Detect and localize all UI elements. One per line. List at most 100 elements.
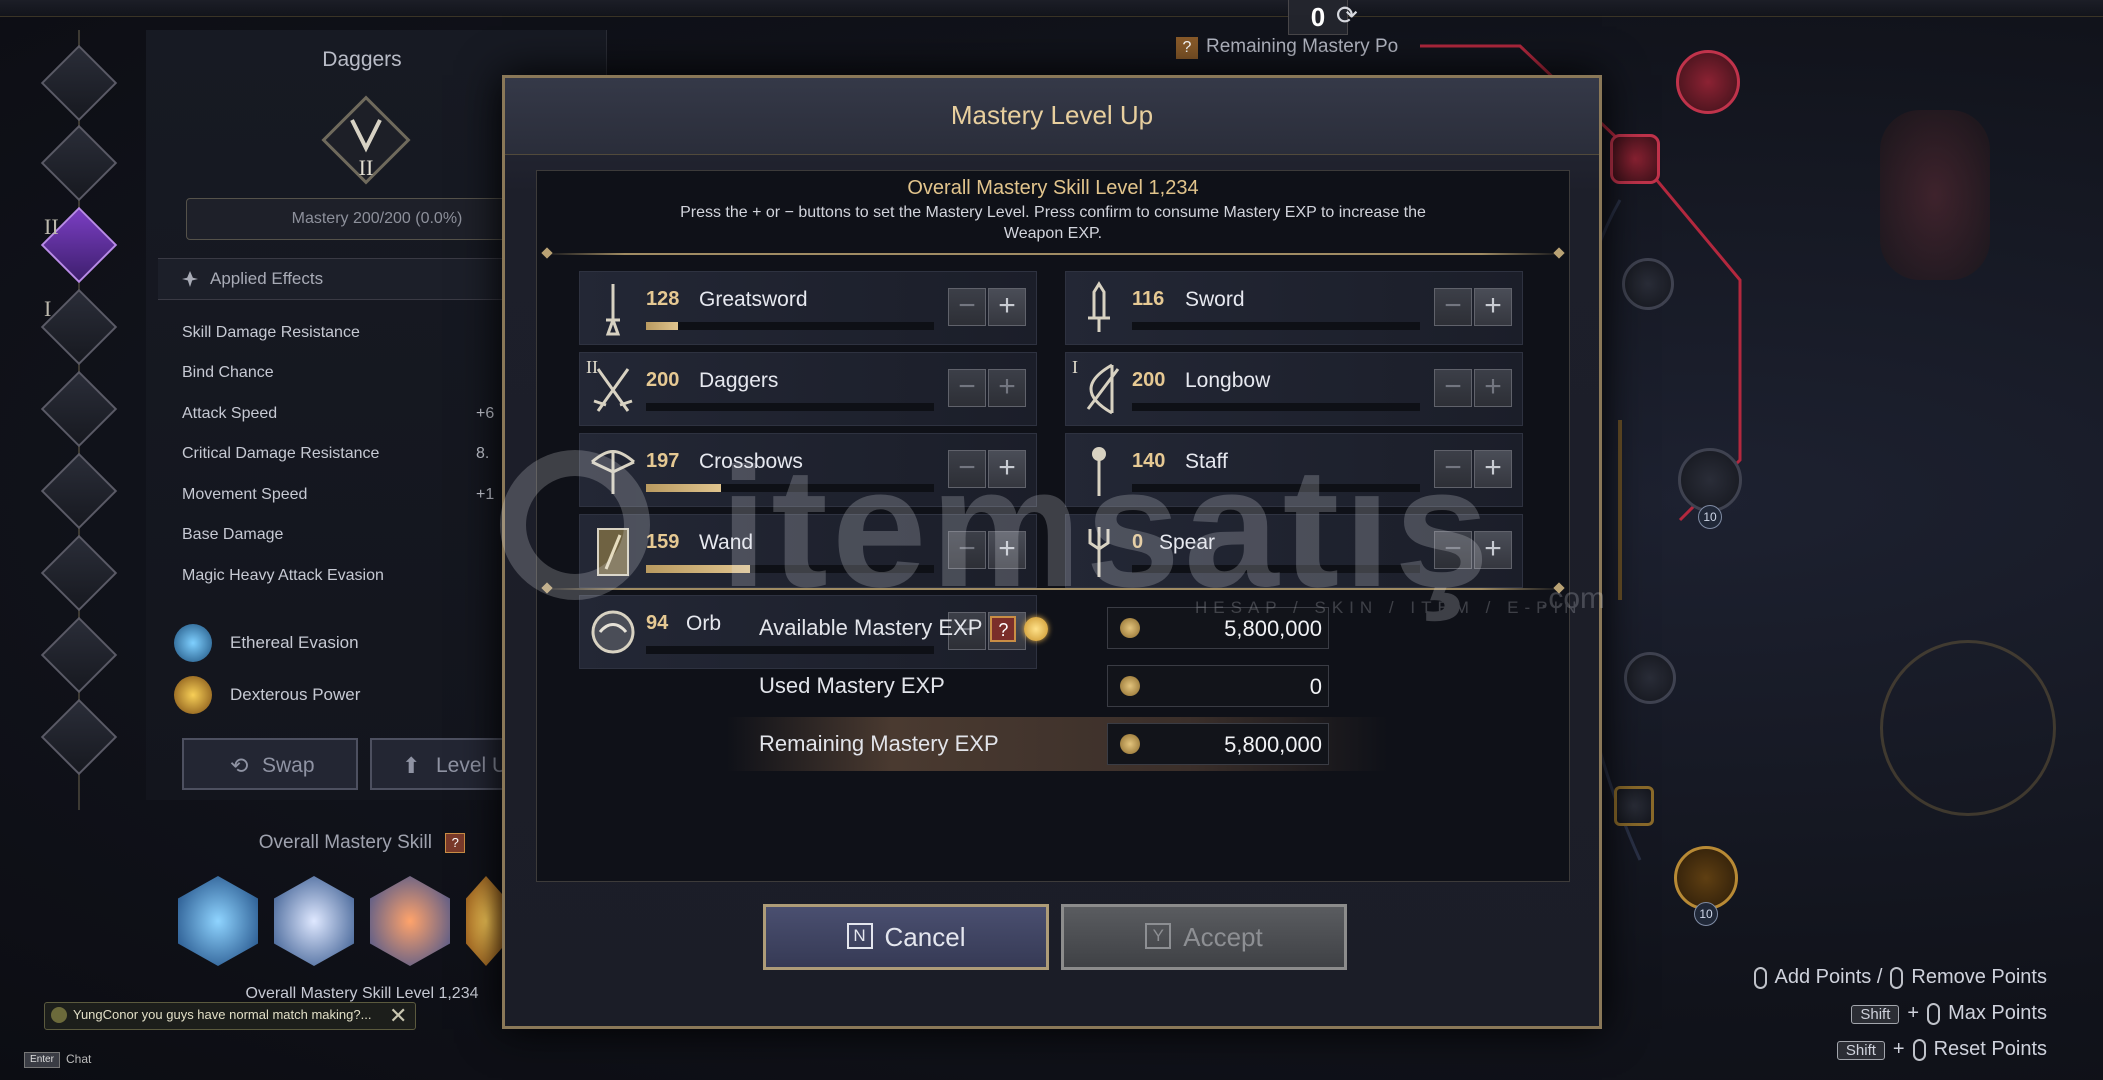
chat-message[interactable]: YungConor you guys have normal match mak… — [44, 1002, 416, 1030]
decrease-level-button[interactable]: − — [948, 288, 986, 326]
weapon-row-sword[interactable]: 116 Sword − + — [1065, 271, 1523, 345]
decrease-level-button[interactable]: − — [1434, 531, 1472, 569]
weapon-progress-fill — [646, 322, 678, 330]
weapon-name: Sword — [1185, 288, 1245, 311]
weapon-rail: II I — [40, 20, 118, 810]
sword-icon — [1088, 281, 1110, 332]
weapon-name: Orb — [686, 612, 722, 635]
weapon-roman: I — [1072, 357, 1078, 377]
rail-greatsword-icon[interactable] — [40, 44, 118, 122]
weapon-name: Crossbows — [699, 450, 803, 473]
stat-name: Movement Speed — [182, 486, 308, 503]
available-exp-value: 5,800,000 — [1224, 616, 1322, 641]
weapon-row-daggers[interactable]: II 200 Daggers − + — [579, 352, 1037, 426]
cancel-button[interactable]: N Cancel — [763, 904, 1049, 970]
weapon-level: 94 — [646, 612, 669, 634]
decrease-level-button[interactable]: − — [948, 531, 986, 569]
help-icon[interactable]: ? — [445, 832, 466, 853]
decrease-level-button[interactable]: − — [948, 369, 986, 407]
stat-name: Bind Chance — [182, 364, 274, 381]
help-icon[interactable]: ? — [990, 616, 1017, 643]
accept-label: Accept — [1183, 922, 1263, 952]
rail-spear-icon[interactable] — [40, 616, 118, 694]
weapon-progress-bar — [646, 403, 934, 411]
fleur-icon — [182, 271, 198, 287]
rail-wand-icon[interactable] — [40, 534, 118, 612]
level-up-button[interactable]: ⬆ Level U — [370, 738, 510, 790]
weapon-roman: II — [586, 357, 598, 377]
emblem-roman: II — [359, 155, 374, 180]
mastery-coin-icon — [1120, 618, 1140, 638]
decrease-level-button[interactable]: − — [1434, 288, 1472, 326]
increase-level-button[interactable]: + — [988, 450, 1026, 488]
rail-orb-icon[interactable] — [40, 698, 118, 776]
rail-roman-1: I — [44, 296, 52, 321]
skill-node-icon[interactable] — [1624, 652, 1676, 704]
hint-reset-points: Shift + Reset Points — [1836, 1038, 2047, 1061]
plus-text: + — [1907, 1002, 1920, 1024]
decrease-level-button[interactable]: − — [1434, 450, 1472, 488]
weapon-row-greatsword[interactable]: 128 Greatsword − + — [579, 271, 1037, 345]
hint-add-remove: Add Points / Remove Points — [1746, 966, 2047, 989]
skill-node-hex-icon[interactable] — [1678, 448, 1742, 512]
level-up-arrow-icon: ⬆ — [402, 753, 421, 778]
stat-name: Base Damage — [182, 526, 284, 543]
accept-button[interactable]: Y Accept — [1061, 904, 1347, 970]
weapon-level: 116 — [1132, 288, 1165, 310]
swap-button[interactable]: ⟲ Swap — [182, 738, 358, 790]
available-exp-value-box: 5,800,000 — [1107, 607, 1329, 649]
node-level-badge: 10 — [1694, 902, 1718, 926]
chat-channel-icon — [51, 1007, 67, 1023]
greatsword-icon — [605, 284, 621, 336]
skill-node-gold-icon[interactable] — [1674, 846, 1738, 910]
increase-level-button[interactable]: + — [1474, 531, 1512, 569]
skill-node-red-icon[interactable] — [1676, 50, 1740, 114]
weapon-name: Daggers — [699, 369, 779, 392]
decrease-level-button[interactable]: − — [948, 450, 986, 488]
increase-level-button[interactable]: + — [1474, 288, 1512, 326]
stat-value: 8. — [476, 445, 490, 462]
decrease-level-button[interactable]: − — [1434, 369, 1472, 407]
dialog-title: Mastery Level Up — [950, 100, 1154, 130]
rail-staff-icon[interactable] — [40, 452, 118, 530]
remaining-exp-value-box: 5,800,000 — [1107, 723, 1329, 765]
divider — [543, 253, 1563, 255]
weapon-row-staff[interactable]: 140 Staff − + — [1065, 433, 1523, 507]
top-frame — [0, 0, 2103, 17]
remaining-exp-value: 5,800,000 — [1224, 732, 1322, 757]
help-icon[interactable]: ? — [1176, 37, 1198, 59]
skill-node-selected-icon[interactable] — [1610, 134, 1660, 184]
weapon-progress-bar — [1132, 484, 1420, 492]
available-exp-label-group: Available Mastery EXP? — [759, 615, 1049, 643]
remaining-mastery-points: ? Remaining Mastery Po — [1176, 36, 1398, 59]
rail-sword-icon[interactable] — [40, 124, 118, 202]
refresh-icon[interactable]: ⟳ — [1336, 0, 1358, 31]
weapon-row-longbow[interactable]: I 200 Longbow − + — [1065, 352, 1523, 426]
increase-level-button[interactable]: + — [988, 369, 1026, 407]
dialog-title-bar: Mastery Level Up — [505, 78, 1599, 155]
weapon-level: 159 — [646, 531, 680, 553]
stat-name: Attack Speed — [182, 405, 278, 422]
skill-node-icon[interactable] — [1622, 258, 1674, 310]
weapon-row-crossbows[interactable]: 197 Crossbows − + — [579, 433, 1037, 507]
mouse-left-icon — [1753, 966, 1767, 989]
mouse-right-icon — [1890, 966, 1904, 989]
applied-effects-label: Applied Effects — [210, 269, 324, 288]
staff-icon — [1092, 447, 1106, 496]
increase-level-button[interactable]: + — [988, 531, 1026, 569]
increase-level-button[interactable]: + — [1474, 450, 1512, 488]
hint-max-points: Shift + Max Points — [1851, 1002, 2047, 1025]
weapon-level: 200 — [646, 369, 680, 391]
rail-crossbow-icon[interactable] — [40, 370, 118, 448]
weapon-name: Spear — [1159, 531, 1216, 554]
close-icon[interactable]: ✕ — [389, 1003, 407, 1029]
divider — [543, 588, 1563, 590]
available-exp-row: Available Mastery EXP? 5,800,000 — [727, 601, 1387, 655]
increase-level-button[interactable]: + — [1474, 369, 1512, 407]
increase-level-button[interactable]: + — [988, 288, 1026, 326]
skill-node-small-icon[interactable] — [1614, 786, 1654, 826]
weapon-row-wand[interactable]: 159 Wand − + — [579, 514, 1037, 588]
weapon-row-spear[interactable]: 0 Spear − + — [1065, 514, 1523, 588]
chat-label[interactable]: Chat — [66, 1052, 91, 1066]
rail-longbow-icon[interactable] — [40, 288, 118, 366]
